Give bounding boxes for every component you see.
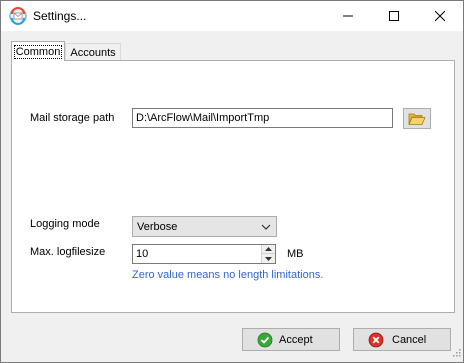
cancel-x-icon (368, 332, 384, 348)
resize-grip-icon[interactable] (451, 347, 461, 360)
logfilesize-unit: MB (287, 248, 304, 260)
triangle-down-icon (265, 256, 272, 261)
maximize-icon (389, 11, 399, 21)
tab-accounts[interactable]: Accounts (65, 43, 121, 61)
mail-storage-label: Mail storage path (30, 112, 115, 124)
accept-button[interactable]: Accept (242, 328, 340, 351)
settings-window: Settings... Common Accounts Mail storage… (0, 0, 464, 363)
app-envelope-icon (9, 7, 27, 25)
folder-open-icon (408, 113, 426, 125)
cancel-button[interactable]: Cancel (353, 328, 451, 351)
accept-label: Accept (279, 334, 313, 346)
title-bar: Settings... (1, 1, 463, 31)
maximize-button[interactable] (371, 1, 417, 31)
mail-storage-path-input[interactable]: D:\ArcFlow\Mail\ImportTmp (132, 108, 393, 128)
close-button[interactable] (417, 1, 463, 31)
tab-common-label: Common (13, 44, 63, 59)
tab-accounts-label: Accounts (70, 46, 116, 59)
minimize-icon (343, 15, 353, 17)
minimize-button[interactable] (325, 1, 371, 31)
stepper-down-button[interactable] (262, 254, 275, 263)
stepper-buttons (261, 245, 275, 263)
max-logfilesize-stepper[interactable]: 10 (132, 244, 276, 264)
checkmark-icon (257, 332, 273, 348)
tab-common[interactable]: Common (11, 41, 65, 61)
triangle-up-icon (265, 247, 272, 251)
window-title: Settings... (33, 9, 87, 23)
cancel-label: Cancel (392, 334, 427, 346)
logging-mode-label: Logging mode (30, 218, 100, 230)
logfilesize-hint: Zero value means no length limitations. (132, 269, 324, 281)
stepper-up-button[interactable] (262, 245, 275, 254)
max-logfilesize-label: Max. logfilesize (30, 246, 106, 258)
chevron-down-icon (261, 222, 271, 234)
close-icon (435, 11, 445, 21)
max-logfilesize-value: 10 (136, 248, 149, 260)
logging-mode-value: Verbose (137, 221, 178, 233)
logging-mode-select[interactable]: Verbose (132, 216, 277, 237)
browse-folder-button[interactable] (403, 108, 431, 129)
